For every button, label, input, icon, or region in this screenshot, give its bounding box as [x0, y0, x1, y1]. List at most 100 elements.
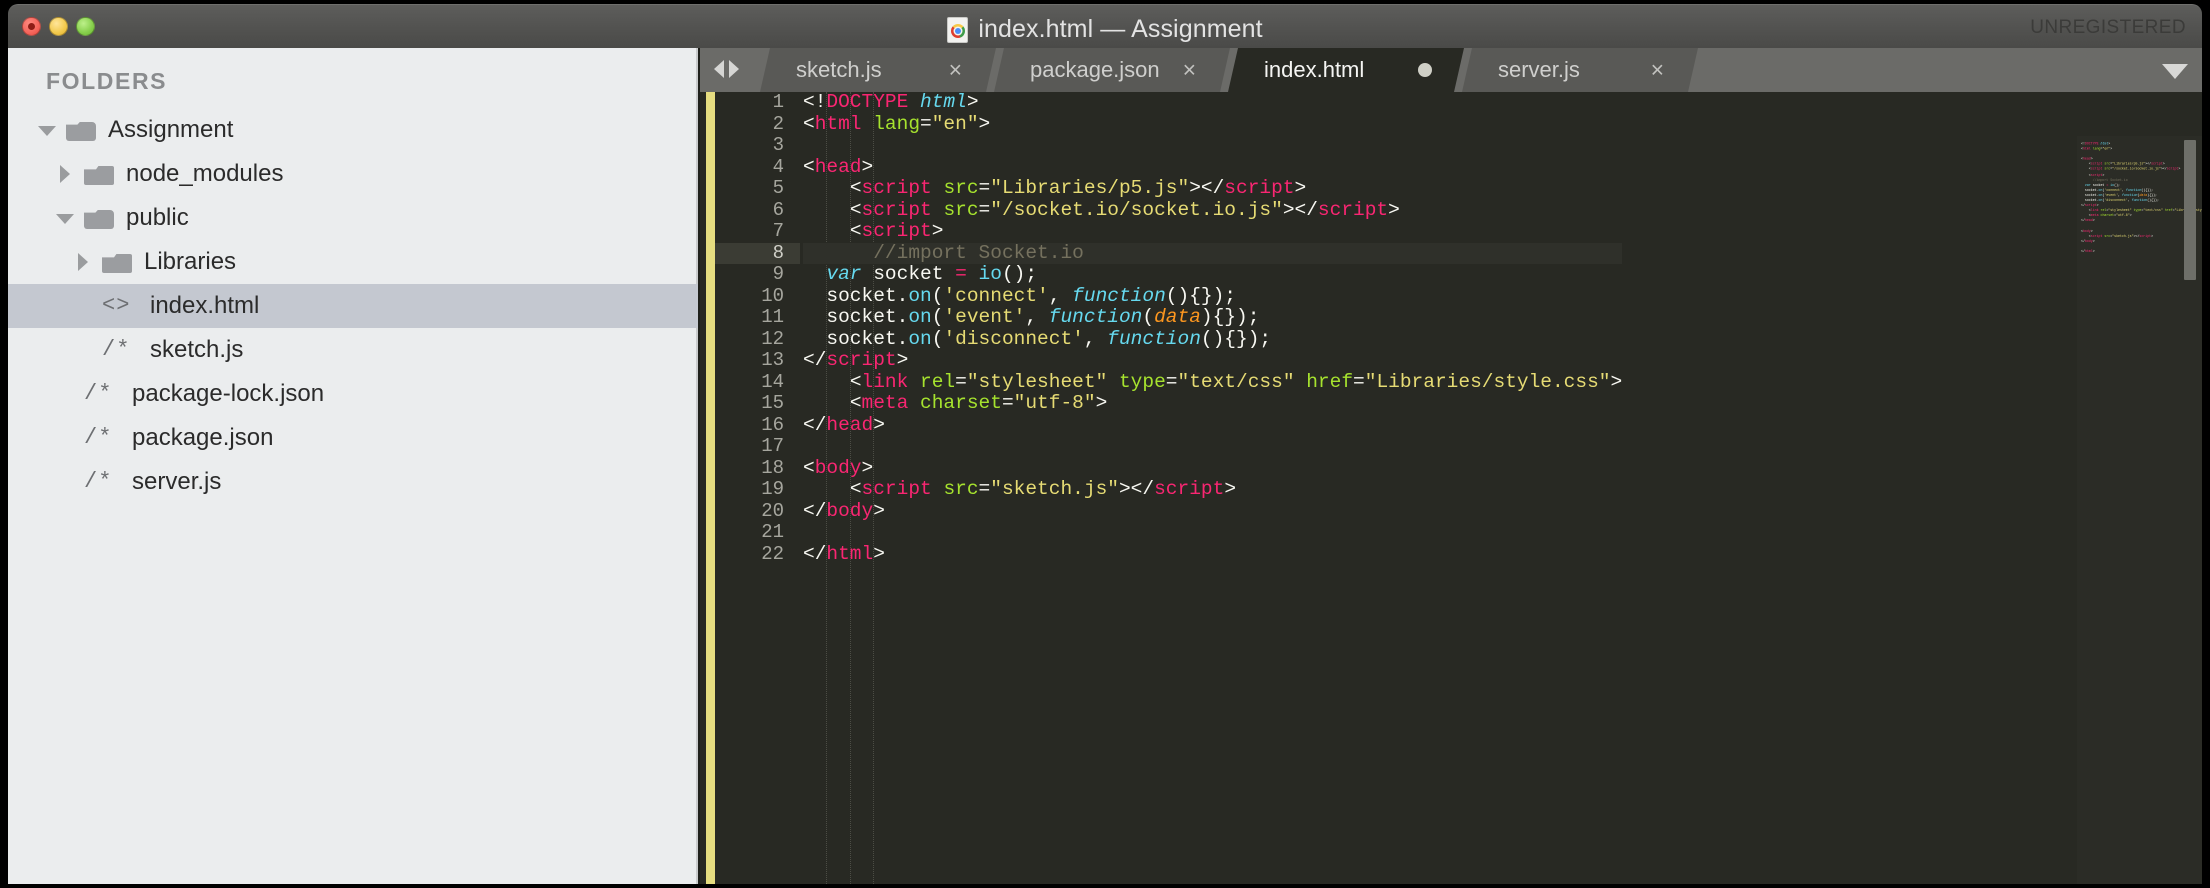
- close-tab-icon[interactable]: ×: [949, 59, 962, 82]
- close-tab-icon[interactable]: ×: [1651, 59, 1664, 82]
- code-line[interactable]: <body>: [803, 456, 1622, 480]
- code-line[interactable]: <head>: [803, 155, 1622, 179]
- minimap-token: html: [2082, 147, 2091, 151]
- minimap-token: script: [2084, 203, 2097, 208]
- token-punct: >: [873, 542, 885, 565]
- arrow-left-icon[interactable]: [714, 60, 724, 78]
- tree-item-index-html[interactable]: <> index.html: [8, 284, 698, 328]
- code-line[interactable]: <script src="sketch.js"></script>: [803, 478, 1622, 501]
- tab-nav-arrows[interactable]: [714, 60, 739, 78]
- token-punct: >: [873, 499, 885, 522]
- minimap-token: >: [2092, 239, 2095, 243]
- code-line[interactable]: [803, 436, 1622, 458]
- unsaved-changes-dot[interactable]: [1418, 63, 1432, 77]
- minimap-token: script: [2090, 234, 2103, 238]
- token-punct: ,: [1025, 306, 1049, 328]
- code-line[interactable]: <meta charset="utf-8">: [803, 392, 1622, 415]
- tree-item-assignment[interactable]: Assignment: [8, 108, 698, 152]
- token-str: "text/css": [1177, 370, 1295, 393]
- code-area[interactable]: 1 2 3 4 5 6 7 8 9 10 11 12 13 14 15 16 17 18 19 20 21 22 <!DO…: [700, 91, 2202, 884]
- code-line[interactable]: </html>: [803, 542, 1622, 566]
- minimap-token: script: [2166, 167, 2179, 172]
- token-punct: <: [803, 155, 815, 178]
- token-tag: body: [826, 499, 874, 522]
- code-line[interactable]: socket.on('event', function(data){});: [803, 306, 1622, 329]
- token-kw: function: [1107, 327, 1201, 350]
- tab-index-html[interactable]: index.html: [1228, 48, 1464, 92]
- line-number: 7: [772, 220, 784, 242]
- window-title-group: index.html — Assignment: [8, 15, 2202, 44]
- code-line[interactable]: var socket = io();: [803, 263, 1622, 286]
- code-line[interactable]: </body>: [803, 499, 1622, 523]
- minimap-token: 'event': [2104, 193, 2119, 197]
- token-tag: script: [861, 198, 932, 221]
- minimap[interactable]: <!DOCTYPE html> <html lang="en"> <head> <…: [2077, 136, 2202, 884]
- token-str: 'disconnect': [943, 327, 1084, 350]
- line-number: 2: [772, 112, 784, 135]
- chevron-down-icon[interactable]: [2162, 64, 2188, 79]
- tree-item-package-lock-json[interactable]: /* package-lock.json: [8, 372, 698, 416]
- tree-item-sketch-js[interactable]: /* sketch.js: [8, 328, 698, 372]
- tree-item-label: index.html: [150, 292, 260, 319]
- code-line[interactable]: <script>: [803, 220, 1622, 243]
- token-punct: <: [849, 220, 862, 242]
- close-tab-icon[interactable]: ×: [1183, 59, 1196, 82]
- window-title: index.html — Assignment: [978, 15, 1263, 43]
- tree-item-libraries[interactable]: Libraries: [8, 240, 698, 284]
- tree-item-public[interactable]: public: [8, 196, 698, 240]
- tree-item-node-modules[interactable]: node_modules: [8, 152, 698, 196]
- code-line[interactable]: </script>: [803, 349, 1622, 372]
- twisty-closed-icon[interactable]: [74, 253, 92, 271]
- line-number: 5: [772, 177, 784, 199]
- token-plain: socket.: [826, 327, 909, 350]
- token-punct: ){});: [1200, 306, 1260, 328]
- editor-window: index.html — Assignment UNREGISTERED FOL…: [0, 0, 2210, 888]
- code-line[interactable]: <html lang="en">: [803, 113, 1622, 136]
- tab-sketch-js[interactable]: sketch.js ×: [760, 48, 996, 92]
- token-punct: =: [978, 478, 991, 500]
- tab-package-json[interactable]: package.json ×: [994, 48, 1230, 92]
- token-str: 'connect': [943, 284, 1049, 307]
- tree-item-package-json[interactable]: /* package.json: [8, 416, 698, 460]
- file-tree: Assignment node_modules public Libraries <> i…: [8, 108, 698, 504]
- code-line[interactable]: //import Socket.io: [803, 242, 1623, 264]
- code-line[interactable]: [803, 135, 1622, 157]
- tree-item-server-js[interactable]: /* server.js: [8, 460, 698, 504]
- code-line[interactable]: [803, 522, 1622, 544]
- token-punct: <: [803, 456, 815, 479]
- line-number: 16: [761, 413, 784, 436]
- line-number: 22: [761, 542, 784, 565]
- twisty-open-icon[interactable]: [56, 209, 74, 227]
- token-kw: html: [920, 92, 967, 113]
- code-file-icon: <>: [102, 293, 131, 318]
- token-tag: html: [826, 542, 874, 565]
- code-line[interactable]: socket.on('connect', function(){});: [803, 284, 1622, 308]
- token-tag: script: [861, 177, 932, 199]
- twisty-closed-icon[interactable]: [56, 165, 74, 183]
- arrow-right-icon[interactable]: [729, 60, 739, 78]
- token-fn: on: [908, 327, 932, 350]
- code-line[interactable]: <!DOCTYPE html>: [803, 92, 1622, 114]
- token-kw: function: [1072, 284, 1166, 307]
- minimap-scrollbar[interactable]: [2184, 140, 2196, 280]
- token-punct: =: [1165, 370, 1178, 393]
- line-number: 17: [761, 435, 784, 457]
- code-line[interactable]: <script src="/socket.io/socket.io.js"></…: [803, 198, 1622, 222]
- tab-server-js[interactable]: server.js ×: [1462, 48, 1698, 92]
- code-line[interactable]: </head>: [803, 414, 1622, 437]
- line-number: 6: [772, 198, 784, 221]
- code-scroll-region[interactable]: <!DOCTYPE html> <html lang="en"> <head> <…: [800, 92, 2202, 884]
- code-text[interactable]: <!DOCTYPE html> <html lang="en"> <head> <…: [800, 92, 1623, 884]
- line-number: 21: [761, 521, 784, 543]
- token-punct: (: [931, 327, 944, 350]
- code-line[interactable]: <script src="Libraries/p5.js"></script>: [803, 177, 1622, 200]
- token-fn: io: [978, 263, 1002, 285]
- token-punct: ,: [1048, 284, 1073, 307]
- code-line[interactable]: <link rel="stylesheet" type="text/css" h…: [803, 370, 1622, 394]
- code-line[interactable]: socket.on('disconnect', function(){});: [803, 327, 1622, 351]
- twisty-open-icon[interactable]: [38, 121, 56, 139]
- minimap-token: script: [2090, 172, 2103, 177]
